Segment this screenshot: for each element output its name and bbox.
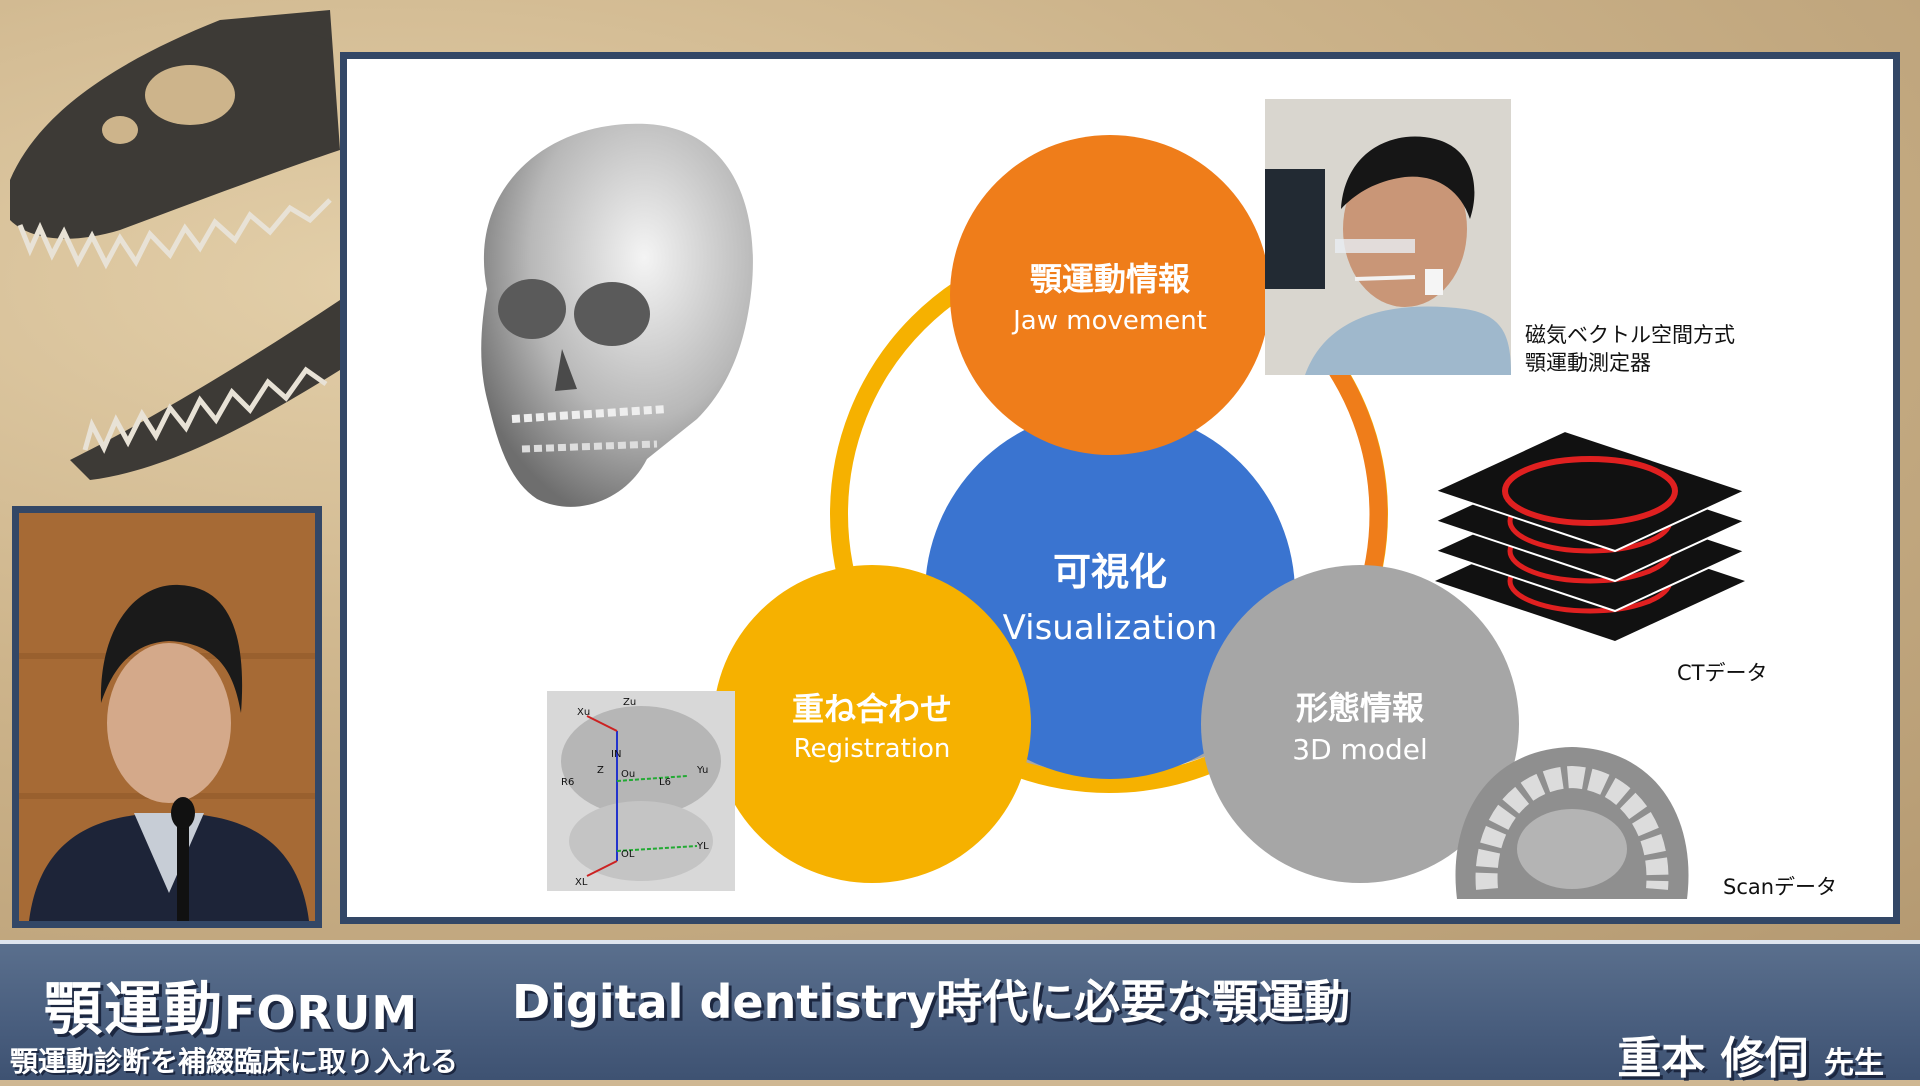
axis-label-zu: Zu xyxy=(623,697,636,708)
lecture-title: Digital dentistry時代に必要な顎運動 xyxy=(512,975,1351,1029)
visualization-en-label: Visualization xyxy=(1002,607,1218,648)
jaw-movement-jp-label: 顎運動情報 xyxy=(1029,260,1190,298)
program-subtitle: 顎運動診断を補綴臨床に取り入れる xyxy=(10,1045,459,1078)
speaker-honorific: 先生 xyxy=(1824,1046,1884,1081)
axis-label-in: IN xyxy=(611,749,621,760)
axis-label-z: Z xyxy=(597,765,604,776)
forum-logo: 顎運動FORUM xyxy=(44,962,418,1046)
logo-jp-text: 顎運動 xyxy=(44,975,225,1043)
registration-en-label: Registration xyxy=(793,734,951,764)
3d-model-jp-label: 形態情報 xyxy=(1295,688,1424,727)
registration-axes-image: Zu Xu IN Z Ou L6 R6 Yu OL YL XL xyxy=(547,691,735,891)
jaw-tracker-photo xyxy=(1265,99,1511,375)
device-caption-line1: 磁気ベクトル空間方式 xyxy=(1525,323,1735,347)
device-caption-line2: 顎運動測定器 xyxy=(1525,351,1651,375)
axis-label-ou: Ou xyxy=(621,769,635,780)
axis-label-r6: R6 xyxy=(561,777,574,788)
scan-caption: Scanデータ xyxy=(1723,875,1838,899)
axis-label-yl: YL xyxy=(696,841,709,852)
logo-forum-text: FORUM xyxy=(224,986,419,1040)
presentation-slide: 可視化 Visualization 顎運動情報 Jaw movement 重ね合… xyxy=(340,52,1900,924)
speaker-camera-feed xyxy=(12,506,322,928)
jaw-movement-en-label: Jaw movement xyxy=(1013,306,1207,336)
program-banner: 顎運動FORUM 顎運動診断を補綴臨床に取り入れる Digital dentis… xyxy=(0,940,1920,1084)
3d-model-en-label: 3D model xyxy=(1292,732,1428,766)
speaker-name: 重本 修伺 先生 xyxy=(1617,1022,1884,1086)
axis-label-yu: Yu xyxy=(696,765,708,776)
ct-caption: CTデータ xyxy=(1677,661,1768,685)
dental-scan-image xyxy=(1455,747,1689,899)
axis-label-xu: Xu xyxy=(577,707,590,718)
registration-circle: 重ね合わせ Registration xyxy=(713,565,1031,883)
speaker-video-image xyxy=(19,513,315,921)
visualization-jp-label: 可視化 xyxy=(1052,549,1167,594)
jaw-movement-circle: 顎運動情報 Jaw movement xyxy=(950,135,1270,455)
registration-jp-label: 重ね合わせ xyxy=(791,690,952,728)
axis-label-l6: L6 xyxy=(659,777,671,788)
axis-label-xl: XL xyxy=(575,877,588,888)
speaker-name-text: 重本 修伺 xyxy=(1617,1033,1809,1084)
ct-slices-image xyxy=(1435,431,1748,641)
axis-label-ol: OL xyxy=(621,849,635,860)
dinosaur-fossil-image xyxy=(10,10,340,480)
